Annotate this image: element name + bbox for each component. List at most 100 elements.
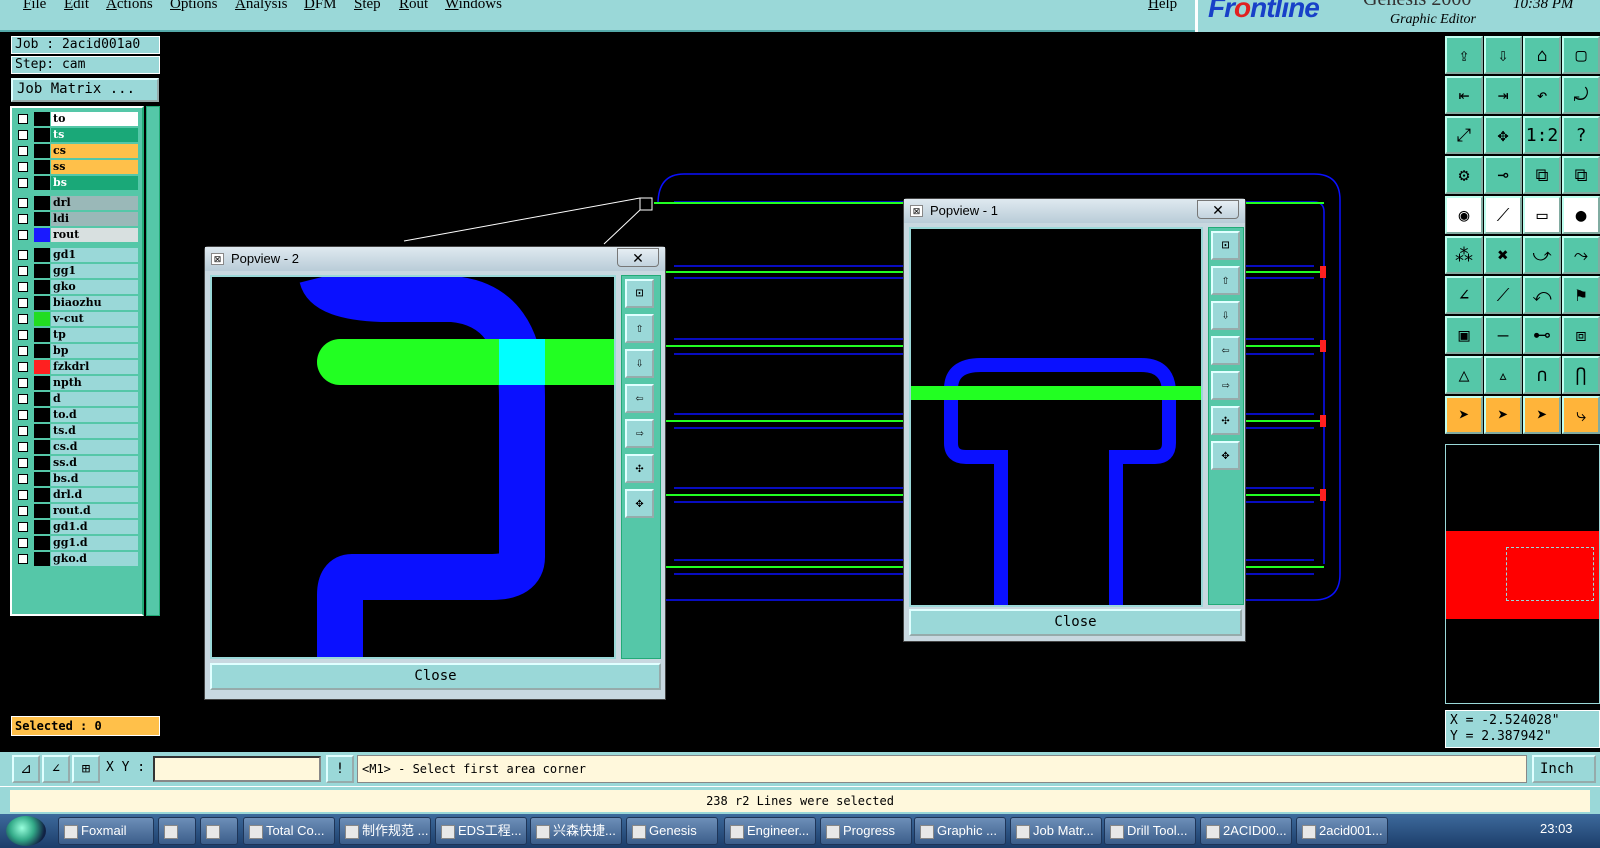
line-icon[interactable]: ⟋ [1484, 196, 1522, 234]
unit-button[interactable]: Inch [1532, 755, 1596, 783]
menu-help[interactable]: Help [1148, 0, 1177, 13]
layer-row[interactable]: gg1.d [16, 536, 140, 550]
layer-row[interactable]: npth [16, 376, 140, 390]
layer-row[interactable]: drl.d [16, 488, 140, 502]
layer-checkbox[interactable] [18, 506, 28, 516]
angle-icon[interactable]: ∠ [1445, 276, 1483, 314]
connect-icon[interactable]: ⤻ [1523, 236, 1561, 274]
layer-red-icon[interactable]: ⧉ [1523, 156, 1561, 194]
pointer-icon[interactable]: ➤ [1445, 396, 1483, 434]
layer-row[interactable]: to [16, 112, 140, 126]
layer-row[interactable]: drl [16, 196, 140, 210]
pan-down-icon[interactable]: ⇩ [625, 349, 654, 378]
pointer2-icon[interactable]: ➤ [1484, 396, 1522, 434]
overview-viewport[interactable] [1506, 547, 1594, 601]
window-icon[interactable]: ▢ [1562, 36, 1600, 74]
job-matrix-button[interactable]: Job Matrix ... [11, 78, 159, 102]
zoom-home-icon[interactable]: ⊡ [1211, 231, 1240, 260]
layer-row[interactable]: gd1 [16, 248, 140, 262]
menu-analysis[interactable]: Analysis [235, 0, 288, 13]
layer-checkbox[interactable] [18, 298, 28, 308]
popview-2-close-x[interactable]: ✕ [617, 248, 659, 267]
home-icon[interactable]: ⌂ [1523, 36, 1561, 74]
layer-checkbox[interactable] [18, 490, 28, 500]
layer-row[interactable]: cs [16, 144, 140, 158]
layer-row[interactable]: gko [16, 280, 140, 294]
popview-1-titlebar[interactable]: ⊠ Popview - 1 [904, 199, 1245, 223]
taskbar-item[interactable]: Engineer... [724, 817, 816, 845]
center-icon[interactable]: ✥ [1484, 116, 1522, 154]
overview-map[interactable] [1445, 444, 1600, 704]
menu-file[interactable]: File [23, 0, 46, 13]
layer-checkbox[interactable] [18, 362, 28, 372]
arch-icon[interactable]: ∩ [1523, 356, 1561, 394]
layer-row[interactable]: gg1 [16, 264, 140, 278]
popview-2-close-button[interactable]: Close [210, 663, 661, 690]
layer-checkbox[interactable] [18, 474, 28, 484]
slash-icon[interactable]: ⟋ [1484, 276, 1522, 314]
scale-icon[interactable]: 1:2 [1523, 116, 1561, 154]
popview-2-view[interactable] [210, 266, 637, 659]
minus-icon[interactable]: — [1484, 316, 1522, 354]
layer-row[interactable]: gd1.d [16, 520, 140, 534]
taskbar-item[interactable]: Genesis [626, 817, 718, 845]
menu-rout[interactable]: Rout [399, 0, 428, 13]
layer-checkbox[interactable] [18, 538, 28, 548]
layer-checkbox[interactable] [18, 426, 28, 436]
pin-icon[interactable]: ⊸ [1484, 156, 1522, 194]
layer-row[interactable]: ts [16, 128, 140, 142]
pointer3-icon[interactable]: ➤ [1523, 396, 1561, 434]
triangle-icon[interactable]: △ [1445, 356, 1483, 394]
layer-row[interactable]: rout [16, 228, 140, 242]
arc-icon[interactable]: ⤺ [1523, 276, 1561, 314]
layer-row[interactable]: gko.d [16, 552, 140, 566]
pan-up-icon[interactable]: ⇧ [625, 314, 654, 343]
xy-input[interactable] [153, 756, 321, 782]
taskbar-item[interactable]: 兴森快捷... [530, 817, 622, 845]
pan-left-icon[interactable]: ⇦ [1211, 336, 1240, 365]
pan-up-icon[interactable]: ⇧ [1211, 266, 1240, 295]
layer-checkbox[interactable] [18, 522, 28, 532]
triangle2-icon[interactable]: ▵ [1484, 356, 1522, 394]
undo-icon[interactable]: ↶ [1523, 76, 1561, 114]
layer-checkbox[interactable] [18, 394, 28, 404]
measure-icon[interactable]: ∠ [42, 755, 70, 783]
fit-icon[interactable]: ⤢ [1445, 116, 1483, 154]
grid-icon[interactable]: ⊞ [72, 755, 100, 783]
taskbar-item[interactable]: Graphic ... [914, 817, 1006, 845]
info-icon[interactable]: ! [326, 755, 354, 783]
popview-1-view[interactable] [909, 227, 1203, 607]
layer-list-scrollbar[interactable] [146, 106, 160, 616]
zoom-up-icon[interactable]: ⇪ [1445, 36, 1483, 74]
layer-checkbox[interactable] [18, 114, 28, 124]
link-icon[interactable]: ⤳ [1562, 236, 1600, 274]
zoom-out-icon[interactable]: ✥ [625, 489, 654, 518]
pan-right-icon[interactable]: ⇨ [1211, 371, 1240, 400]
dot-icon[interactable]: ● [1562, 196, 1600, 234]
layer-row[interactable]: ldi [16, 212, 140, 226]
layer-checkbox[interactable] [18, 130, 28, 140]
ruler-icon[interactable]: ▭ [1523, 196, 1561, 234]
layer-row[interactable]: bp [16, 344, 140, 358]
taskbar-item[interactable]: 制作规范 ... [339, 817, 431, 845]
pan-left-icon[interactable]: ⇦ [625, 384, 654, 413]
menu-step[interactable]: Step [354, 0, 381, 13]
layer-checkbox[interactable] [18, 214, 28, 224]
snap-icon[interactable]: ⊿ [12, 755, 40, 783]
layer-checkbox[interactable] [18, 314, 28, 324]
layer-row[interactable]: ss [16, 160, 140, 174]
help-icon[interactable]: ? [1562, 116, 1600, 154]
zoom-left-icon[interactable]: ⇤ [1445, 76, 1483, 114]
pan-right-icon[interactable]: ⇨ [625, 419, 654, 448]
popview-1-close-button[interactable]: Close [909, 609, 1242, 636]
menu-windows[interactable]: Windows [445, 0, 502, 13]
layer-checkbox[interactable] [18, 410, 28, 420]
layer-checkbox[interactable] [18, 178, 28, 188]
multi-icon[interactable]: ⧈ [1562, 316, 1600, 354]
layer-checkbox[interactable] [18, 230, 28, 240]
menu-edit[interactable]: Edit [64, 0, 89, 13]
taskbar-item[interactable]: EDS工程... [435, 817, 527, 845]
pad-icon[interactable]: ◉ [1445, 196, 1483, 234]
start-button[interactable] [6, 816, 46, 846]
zoom-right-icon[interactable]: ⇥ [1484, 76, 1522, 114]
